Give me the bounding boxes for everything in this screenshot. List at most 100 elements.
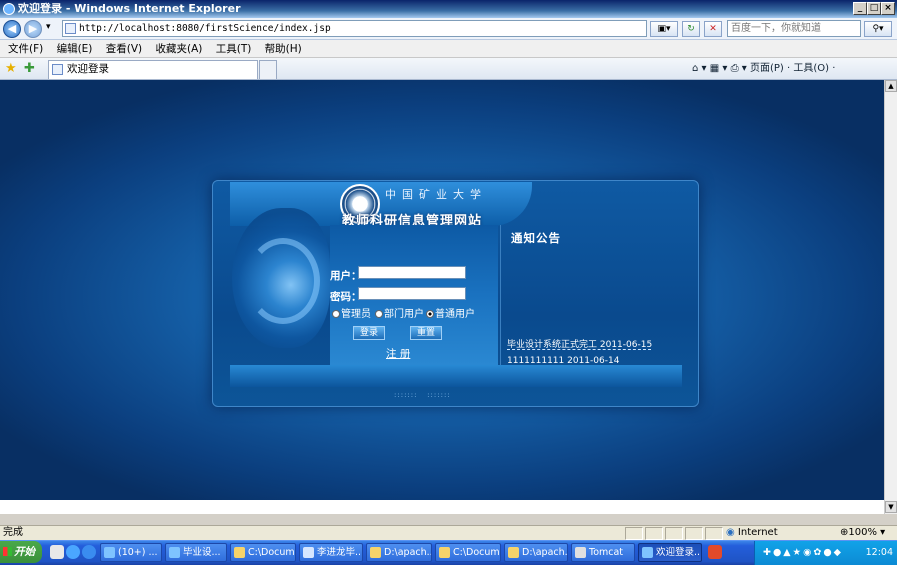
task-word[interactable]: 李进龙毕...: [299, 543, 363, 562]
page-icon: [65, 23, 76, 34]
address-toolbar: ◀ ▶ ▾ http://localhost:8080/firstScience…: [0, 18, 897, 40]
tab-title: 欢迎登录: [67, 63, 109, 75]
status-cell: [665, 527, 683, 540]
menu-tools[interactable]: 工具(T): [216, 40, 252, 58]
task-label: 欢迎登录...: [656, 547, 702, 558]
word-icon: [303, 547, 314, 558]
folder-icon: [508, 547, 519, 558]
window-title: 欢迎登录 - Windows Internet Explorer: [18, 2, 241, 15]
task-label: D:\apach...: [384, 547, 432, 558]
role-admin-radio[interactable]: 管理员: [332, 309, 371, 320]
refresh-icon[interactable]: ↻: [682, 21, 700, 37]
favorites-star-icon[interactable]: ★: [5, 61, 17, 76]
zoom-control[interactable]: ⊕100% ▾: [840, 526, 885, 540]
task-folder-3[interactable]: C:\Docum...: [435, 543, 501, 562]
tray-icons[interactable]: ✚●▲★◉✿●◆: [763, 547, 843, 558]
role-admin-label: 管理员: [341, 309, 371, 320]
status-cell: [625, 527, 643, 540]
status-cell: [705, 527, 723, 540]
register-link[interactable]: 注 册: [386, 346, 410, 361]
history-dropdown-icon[interactable]: ▾: [46, 22, 51, 32]
internet-zone[interactable]: ◉ Internet: [726, 526, 778, 540]
task-label: D:\apach...: [522, 547, 568, 558]
command-bar: ⌂ ▾ ▦ ▾ ⎙ ▾ 页面(P) · 工具(O) ·: [692, 60, 835, 78]
task-folder-1[interactable]: C:\Docum...: [230, 543, 296, 562]
url-text: http://localhost:8080/firstScience/index…: [79, 23, 331, 34]
menu-help[interactable]: 帮助(H): [265, 40, 302, 58]
notice-title: 通知公告: [511, 231, 561, 245]
search-icon[interactable]: ⚲▾: [864, 21, 892, 37]
print-icon[interactable]: ⎙ ▾: [731, 63, 747, 74]
feeds-icon[interactable]: ▦ ▾: [710, 63, 728, 74]
radio-icon: [332, 310, 340, 318]
notice-divider: [507, 349, 651, 350]
task-folder-2[interactable]: D:\apach...: [366, 543, 432, 562]
window-title-bar[interactable]: 欢迎登录 - Windows Internet Explorer _ □ ×: [0, 0, 897, 18]
ie-icon: [169, 547, 180, 558]
ie-icon: [104, 547, 115, 558]
task-folder-4[interactable]: D:\apach...: [504, 543, 568, 562]
role-dept-label: 部门用户: [384, 309, 424, 320]
task-ie-1[interactable]: (10+) ...: [100, 543, 162, 562]
start-label: 开始: [14, 546, 35, 558]
ie-quicklaunch-icon[interactable]: [82, 545, 96, 559]
password-input[interactable]: [358, 287, 466, 300]
user-label: 用户：: [330, 270, 362, 282]
windows-flag-icon: [3, 547, 12, 556]
menu-favorites[interactable]: 收藏夹(A): [155, 40, 202, 58]
desktop-icon[interactable]: [50, 545, 64, 559]
reset-button[interactable]: 重置: [410, 326, 442, 340]
globe-ring-decoration: [246, 238, 320, 324]
status-cell: [685, 527, 703, 540]
app-s-icon[interactable]: [708, 545, 722, 559]
task-label: (10+) ...: [118, 547, 158, 558]
menu-bar: 文件(F) 编辑(E) 查看(V) 收藏夹(A) 工具(T) 帮助(H): [0, 40, 897, 58]
menu-view[interactable]: 查看(V): [106, 40, 142, 58]
new-tab-button[interactable]: [259, 60, 277, 79]
start-button[interactable]: 开始: [0, 541, 42, 563]
close-button[interactable]: ×: [881, 2, 895, 15]
folder-icon: [439, 547, 450, 558]
forward-icon[interactable]: ▶: [24, 20, 42, 38]
task-ie-active[interactable]: 欢迎登录...: [638, 543, 702, 562]
search-input[interactable]: 百度一下，你就知道: [727, 20, 861, 37]
notice-item[interactable]: 1111111111 2011-06-14: [507, 356, 619, 365]
login-button[interactable]: 登录: [353, 326, 385, 340]
home-icon[interactable]: ⌂ ▾: [692, 63, 707, 74]
status-text: 完成: [3, 527, 23, 538]
messenger-icon[interactable]: [66, 545, 80, 559]
url-input[interactable]: http://localhost:8080/firstScience/index…: [62, 20, 647, 37]
ie-icon: [642, 547, 653, 558]
menu-edit[interactable]: 编辑(E): [57, 40, 93, 58]
task-label: Tomcat: [589, 547, 624, 558]
zone-label: Internet: [737, 527, 778, 538]
task-ie-2[interactable]: 毕业设...: [165, 543, 227, 562]
folder-icon: [234, 547, 245, 558]
radio-checked-icon: [426, 310, 434, 318]
command-labels[interactable]: 页面(P) · 工具(O) ·: [750, 63, 835, 74]
compat-view-icon[interactable]: ▣▾: [650, 21, 678, 37]
back-icon[interactable]: ◀: [3, 20, 21, 38]
task-tomcat[interactable]: Tomcat: [571, 543, 635, 562]
menu-file[interactable]: 文件(F): [8, 40, 43, 58]
role-normal-radio[interactable]: 普通用户: [426, 309, 475, 320]
task-label: 毕业设...: [183, 547, 221, 558]
scroll-down-icon[interactable]: ▼: [885, 501, 897, 513]
task-label: C:\Docum...: [453, 547, 500, 558]
tomcat-icon: [575, 547, 586, 558]
stop-icon[interactable]: ✕: [704, 21, 722, 37]
username-input[interactable]: [358, 266, 466, 279]
maximize-button[interactable]: □: [867, 2, 881, 15]
role-dept-radio[interactable]: 部门用户: [375, 309, 424, 320]
minimize-button[interactable]: _: [853, 2, 867, 15]
clock[interactable]: 12:04: [866, 541, 893, 565]
system-tray: ✚●▲★◉✿●◆ 12:04: [754, 541, 897, 565]
status-bar: 完成 ◉ Internet ⊕100% ▾: [0, 525, 897, 540]
vertical-scrollbar[interactable]: ▲ ▼: [884, 80, 897, 514]
tab-welcome[interactable]: 欢迎登录: [48, 60, 258, 79]
task-label: 李进龙毕...: [317, 547, 363, 558]
task-label: C:\Docum...: [248, 547, 295, 558]
scroll-up-icon[interactable]: ▲: [885, 80, 897, 92]
add-favorite-icon[interactable]: ✚: [24, 61, 35, 76]
zoom-level: 100%: [848, 527, 877, 538]
